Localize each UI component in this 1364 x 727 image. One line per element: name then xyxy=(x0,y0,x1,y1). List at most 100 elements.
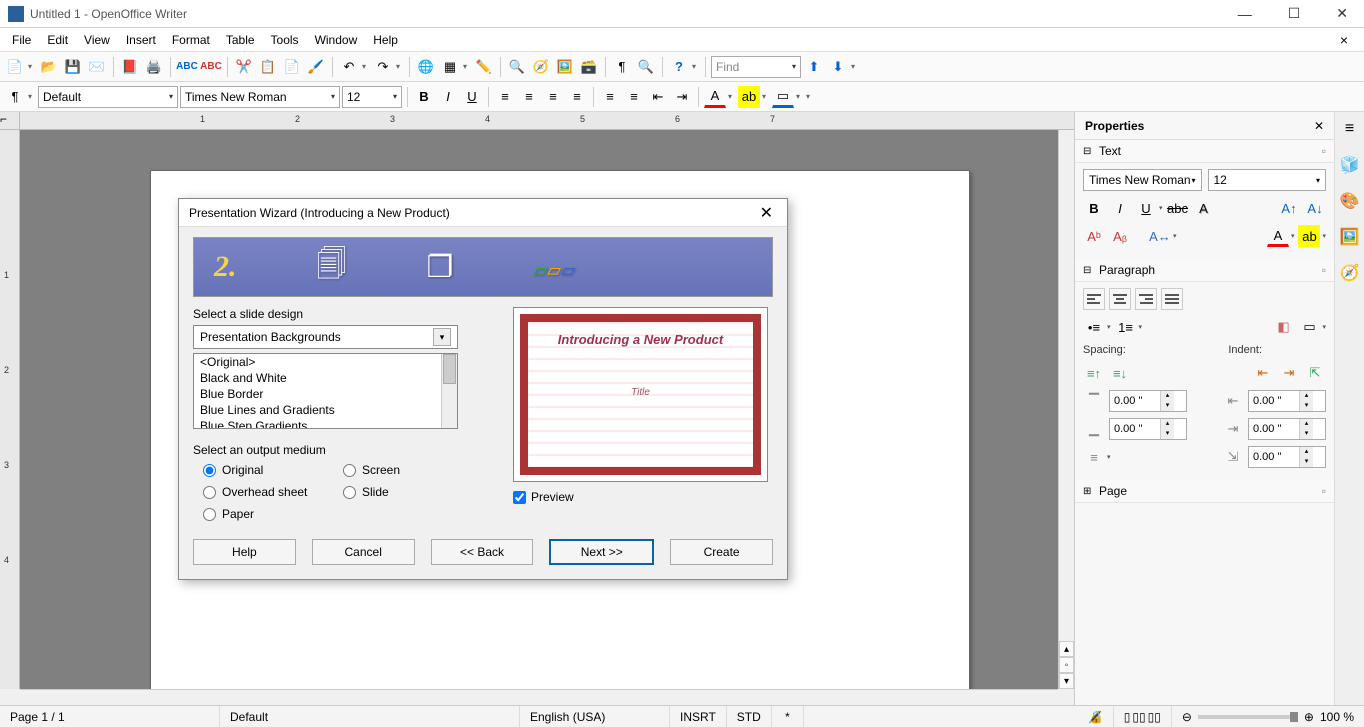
increase-indent-button[interactable]: ⇥ xyxy=(671,86,693,108)
data-sources-button[interactable]: 🗃️ xyxy=(578,56,600,78)
decrease-indent-button[interactable]: ⇤ xyxy=(647,86,669,108)
hanging-indent-button[interactable]: ⇱ xyxy=(1304,362,1326,384)
back-button[interactable]: << Back xyxy=(431,539,534,565)
list-item[interactable]: <Original> xyxy=(194,354,457,370)
close-panel-button[interactable]: ✕ xyxy=(1314,119,1324,133)
increase-font-button[interactable]: A↑ xyxy=(1278,197,1300,219)
design-category-combo[interactable]: Presentation Backgrounds ▾ xyxy=(193,325,458,349)
navigator-tab-icon[interactable]: 🧭 xyxy=(1339,262,1361,284)
menu-window[interactable]: Window xyxy=(307,30,366,50)
align-justify-button[interactable]: ≡ xyxy=(566,86,588,108)
italic-button[interactable]: I xyxy=(437,86,459,108)
properties-tab-icon[interactable]: 🧊 xyxy=(1339,154,1361,176)
sidebar-settings-icon[interactable]: ≡ xyxy=(1339,118,1361,140)
paste-button[interactable]: 📄 xyxy=(281,56,303,78)
before-indent-input[interactable]: ▴▾ xyxy=(1248,390,1326,412)
vertical-scrollbar[interactable]: ▴ ◦ ▾ xyxy=(1058,130,1074,689)
menu-tools[interactable]: Tools xyxy=(263,30,307,50)
menu-format[interactable]: Format xyxy=(164,30,218,50)
list-item[interactable]: Blue Lines and Gradients xyxy=(194,402,457,418)
sidebar-underline-button[interactable]: U xyxy=(1135,197,1157,219)
align-left-button[interactable]: ≡ xyxy=(494,86,516,108)
copy-button[interactable]: 📋 xyxy=(257,56,279,78)
maximize-button[interactable]: ☐ xyxy=(1280,3,1309,24)
font-name-combo[interactable]: Times New Roman▾ xyxy=(180,86,340,108)
status-style[interactable]: Default xyxy=(220,706,520,727)
listbox-scrollbar[interactable] xyxy=(441,354,457,428)
bullets-button[interactable]: ≡ xyxy=(623,86,645,108)
print-button[interactable]: 🖨️ xyxy=(143,56,165,78)
radio-slide-input[interactable] xyxy=(343,486,356,499)
format-overflow[interactable]: ▾ xyxy=(806,92,814,101)
preview-checkbox[interactable]: Preview xyxy=(513,490,773,504)
styles-dropdown-arrow[interactable]: ▾ xyxy=(28,92,36,101)
cancel-button[interactable]: Cancel xyxy=(312,539,415,565)
radio-original[interactable]: Original xyxy=(203,463,343,477)
status-selection-mode[interactable]: STD xyxy=(727,706,772,727)
bg-color-button[interactable]: ◧ xyxy=(1272,316,1294,338)
radio-overhead-input[interactable] xyxy=(203,486,216,499)
align-right-button[interactable]: ≡ xyxy=(542,86,564,108)
find-combo[interactable]: Find ▾ xyxy=(711,56,801,78)
radio-screen[interactable]: Screen xyxy=(343,463,483,477)
font-color-dropdown[interactable]: ▾ xyxy=(728,92,736,101)
open-button[interactable]: 📂 xyxy=(38,56,60,78)
design-listbox[interactable]: <Original> Black and White Blue Border B… xyxy=(193,353,458,429)
inc-spacing-button[interactable]: ≡↑ xyxy=(1083,362,1105,384)
status-insert-mode[interactable]: INSRT xyxy=(670,706,727,727)
status-modified[interactable]: * xyxy=(772,706,804,727)
page-section-header[interactable]: ⊞ Page ▫ xyxy=(1075,480,1334,503)
dialog-close-button[interactable]: ✕ xyxy=(756,203,777,223)
spellcheck-button[interactable]: ABC xyxy=(176,56,198,78)
more-options-icon[interactable]: ▫ xyxy=(1322,484,1326,498)
auto-spellcheck-button[interactable]: ABC xyxy=(200,56,222,78)
after-indent-input[interactable]: ▴▾ xyxy=(1248,418,1326,440)
bold-button[interactable]: B xyxy=(413,86,435,108)
list-item[interactable]: Black and White xyxy=(194,370,457,386)
single-page-icon[interactable]: ▯ xyxy=(1124,710,1131,724)
redo-button[interactable]: ↷ xyxy=(372,56,394,78)
sidebar-bold-button[interactable]: B xyxy=(1083,197,1105,219)
email-button[interactable]: ✉️ xyxy=(86,56,108,78)
navigation-button[interactable]: ◦ xyxy=(1059,657,1074,673)
status-signature[interactable]: 🔏 xyxy=(1078,706,1114,727)
para-align-center[interactable] xyxy=(1109,288,1131,310)
nonprinting-button[interactable]: ¶ xyxy=(611,56,633,78)
undo-dropdown[interactable]: ▾ xyxy=(362,62,370,71)
table-dropdown[interactable]: ▾ xyxy=(463,62,471,71)
find-replace-button[interactable]: 🔍 xyxy=(506,56,528,78)
radio-paper-input[interactable] xyxy=(203,508,216,521)
format-paintbrush-button[interactable]: 🖌️ xyxy=(305,56,327,78)
undo-button[interactable]: ↶ xyxy=(338,56,360,78)
menu-table[interactable]: Table xyxy=(218,30,263,50)
help-button[interactable]: Help xyxy=(193,539,296,565)
bgcolor-dropdown[interactable]: ▾ xyxy=(796,92,804,101)
list-item[interactable]: Blue Step Gradients xyxy=(194,418,457,429)
help-button[interactable]: ? xyxy=(668,56,690,78)
styles-tab-icon[interactable]: 🎨 xyxy=(1339,190,1361,212)
view-layout-buttons[interactable]: ▯ ▯▯ ▯▯ xyxy=(1114,706,1172,727)
zoom-button[interactable]: 🔍 xyxy=(635,56,657,78)
menu-file[interactable]: File xyxy=(4,30,39,50)
menu-help[interactable]: Help xyxy=(365,30,406,50)
radio-screen-input[interactable] xyxy=(343,464,356,477)
subscript-button[interactable]: Aᵦ xyxy=(1109,225,1131,247)
bgcolor-button[interactable]: ▭ xyxy=(772,86,794,108)
hyperlink-button[interactable]: 🌐 xyxy=(415,56,437,78)
save-button[interactable]: 💾 xyxy=(62,56,84,78)
char-spacing-button[interactable]: A↔ xyxy=(1149,225,1171,247)
new-button[interactable]: 📄 xyxy=(4,56,26,78)
inc-indent-button[interactable]: ⇥ xyxy=(1278,362,1300,384)
menu-edit[interactable]: Edit xyxy=(39,30,76,50)
radio-paper[interactable]: Paper xyxy=(203,507,343,521)
sidebar-size-combo[interactable]: 12▾ xyxy=(1208,169,1327,191)
gallery-tab-icon[interactable]: 🖼️ xyxy=(1339,226,1361,248)
font-size-combo[interactable]: 12▾ xyxy=(342,86,402,108)
radio-slide[interactable]: Slide xyxy=(343,485,483,499)
export-pdf-button[interactable]: 📕 xyxy=(119,56,141,78)
font-color-button[interactable]: A xyxy=(704,86,726,108)
create-button[interactable]: Create xyxy=(670,539,773,565)
dec-indent-button[interactable]: ⇤ xyxy=(1252,362,1274,384)
next-page-button[interactable]: ▾ xyxy=(1059,673,1074,689)
para-align-left[interactable] xyxy=(1083,288,1105,310)
